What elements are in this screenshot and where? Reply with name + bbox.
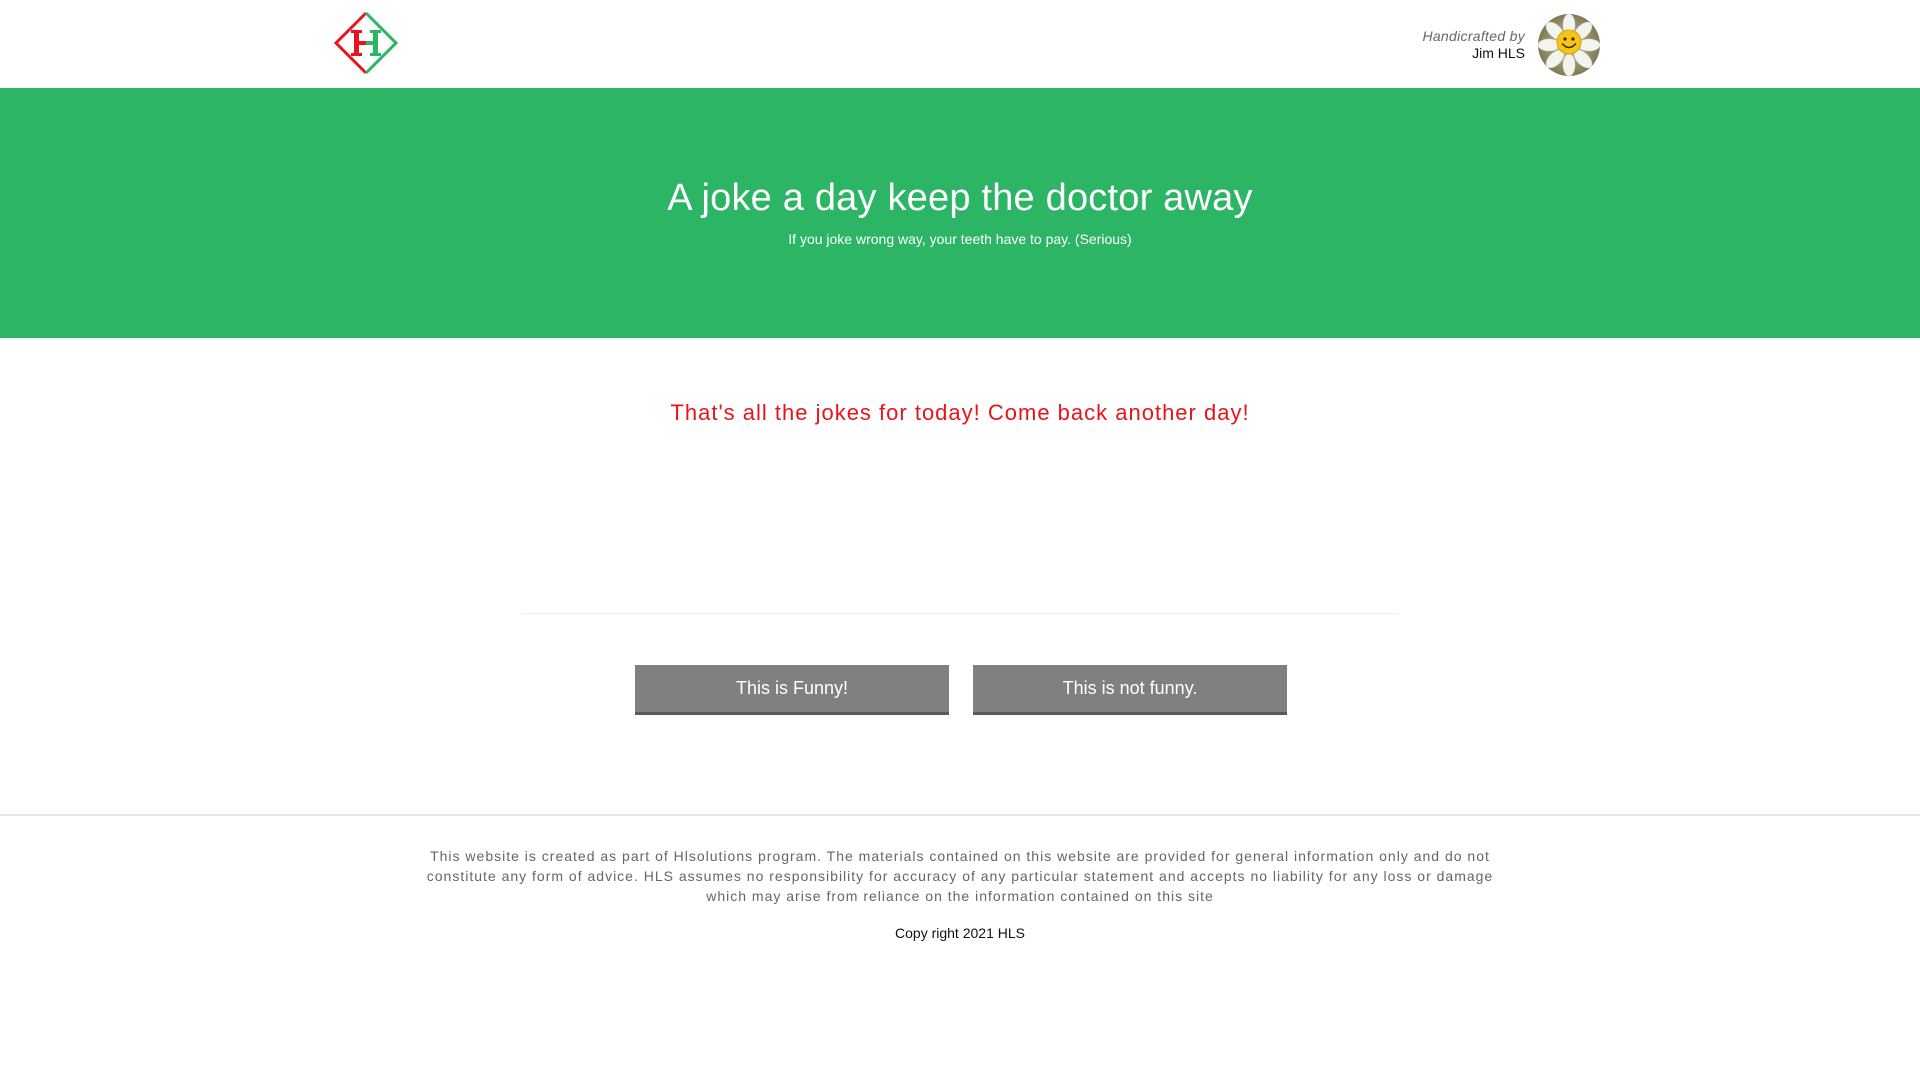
copyright-text: Copy right 2021 HLS xyxy=(895,925,1025,941)
joke-area: That's all the jokes for today! Come bac… xyxy=(0,338,1920,814)
credit-author[interactable]: Jim HLS xyxy=(1422,45,1525,62)
site-footer: This website is created as part of Hlsol… xyxy=(0,814,1920,942)
credit-prefix: Handicrafted by xyxy=(1422,28,1525,44)
no-more-jokes-message: That's all the jokes for today! Come bac… xyxy=(670,400,1250,425)
hero-banner: A joke a day keep the doctor away If you… xyxy=(0,88,1920,338)
hero-title: A joke a day keep the doctor away xyxy=(667,177,1253,219)
smiley-daisy-icon xyxy=(1538,14,1600,76)
hero-subtitle: If you joke wrong way, your teeth have t… xyxy=(788,231,1132,247)
not-funny-button[interactable]: This is not funny. xyxy=(973,665,1287,715)
funny-button[interactable]: This is Funny! xyxy=(635,665,949,715)
avatar[interactable] xyxy=(1538,14,1600,76)
credit-block: Handicrafted by Jim HLS xyxy=(1422,28,1525,62)
divider xyxy=(523,613,1398,614)
disclaimer-text: This website is created as part of Hlsol… xyxy=(426,848,1494,904)
hls-logo-icon[interactable] xyxy=(334,11,398,75)
site-header: Handicrafted by Jim HLS xyxy=(0,0,1920,88)
